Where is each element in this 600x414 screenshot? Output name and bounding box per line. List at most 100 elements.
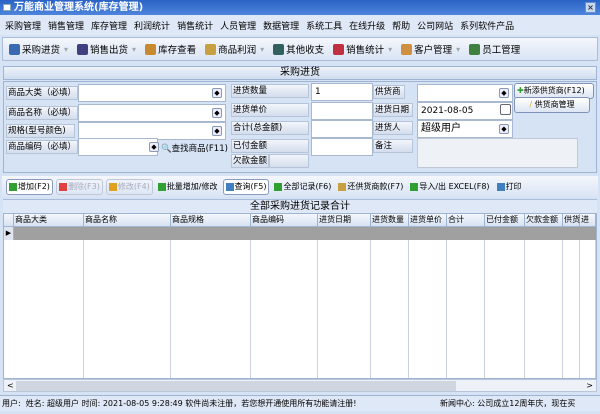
toolbar-button[interactable]: 客户管理 ▾	[401, 42, 460, 56]
price-input[interactable]	[311, 102, 373, 120]
column-header[interactable]: 商品规格	[171, 214, 251, 227]
action-button[interactable]: 增加(F2)	[6, 178, 53, 195]
status-bar: 用户: 姓名: 超级用户 时间: 2021-08-05 9:28:49 软件尚未…	[0, 395, 600, 411]
action-label: 批量增加/修改	[166, 182, 218, 191]
menu-item[interactable]: 数据管理	[263, 19, 299, 32]
dropdown-icon[interactable]: ◆	[499, 88, 509, 98]
table-row-selected[interactable]	[14, 227, 596, 240]
dropdown-icon[interactable]: ◆	[499, 124, 509, 134]
action-label: 修改(F4)	[117, 182, 150, 191]
toolbar-button[interactable]: 采购进货 ▾	[9, 42, 68, 56]
scroll-right-icon[interactable]: >	[586, 380, 593, 391]
action-icon	[225, 182, 234, 191]
column-divider	[563, 227, 580, 378]
toolbar-button[interactable]: 其他收支	[273, 42, 324, 56]
code-select[interactable]	[78, 138, 158, 156]
column-header[interactable]: 进货日期	[318, 214, 371, 227]
grid-corner	[4, 214, 14, 227]
horizontal-scrollbar[interactable]: < >	[3, 379, 597, 392]
name-select[interactable]	[78, 104, 226, 122]
toolbar-button[interactable]: 库存查看	[145, 42, 196, 56]
note-input[interactable]	[417, 138, 578, 168]
menu-item[interactable]: 在线升级	[349, 19, 385, 32]
column-header[interactable]: 商品名称	[84, 214, 171, 227]
add-supplier-label: 新添供货商(F12)	[523, 86, 585, 95]
column-header[interactable]: 欠款金额	[525, 214, 563, 227]
action-button[interactable]: 删除(F3)	[55, 178, 103, 195]
find-product-button[interactable]: 🔍查找商品(F11)	[161, 142, 228, 154]
date-checkbox[interactable]	[500, 104, 511, 115]
qty-input[interactable]: 1	[311, 83, 373, 101]
status-user: 用户:	[2, 399, 21, 408]
status-notice: 软件尚未注册，若您想开通使用所有功能请注册!	[185, 399, 357, 408]
manage-supplier-button[interactable]: / 供货商管理	[514, 97, 590, 113]
pencil-icon: /	[529, 100, 533, 109]
scroll-left-icon[interactable]: <	[7, 380, 14, 391]
toolbar-button[interactable]: 销售出货 ▾	[77, 42, 136, 56]
dropdown-icon[interactable]: ◆	[149, 142, 159, 152]
paid-label: 已付金额	[231, 139, 309, 153]
toolbar-label: 其他收支	[286, 45, 325, 56]
menu-bar: 采购管理 销售管理 库存管理 利润统计 销售统计 人员管理 数据管理 系统工具 在线升级 帮助 公司…	[0, 15, 600, 35]
dropdown-icon[interactable]: ◆	[212, 126, 222, 136]
total-input[interactable]	[311, 120, 373, 138]
menu-item[interactable]: 利润统计	[134, 19, 170, 32]
column-divider	[14, 227, 84, 378]
menu-item[interactable]: 库存管理	[91, 19, 127, 32]
scroll-thumb[interactable]	[16, 381, 456, 391]
status-news[interactable]: 新闻中心: 公司成立12周年庆，现在买	[440, 396, 575, 411]
column-header[interactable]: 供货	[563, 214, 580, 227]
toolbar-label: 库存查看	[158, 45, 197, 56]
action-button[interactable]: 查询(F5)	[222, 178, 270, 195]
category-select[interactable]	[78, 84, 226, 102]
column-header[interactable]: 进	[580, 214, 596, 227]
action-label: 增加(F2)	[18, 182, 50, 191]
dropdown-arrow-icon[interactable]: ▾	[260, 45, 264, 54]
menu-item[interactable]: 帮助	[392, 19, 410, 32]
records-grid[interactable]: ▶ 商品大类 商品名称 商品规格 商品编码 进货日期 进货数量 进货单价 合计 已付金额 欠款金额…	[3, 213, 597, 379]
menu-item[interactable]: 人员管理	[220, 19, 256, 32]
action-button[interactable]: 还供货商款(F7)	[336, 179, 405, 195]
menu-item[interactable]: 系列软件产品	[460, 19, 514, 32]
dropdown-arrow-icon[interactable]: ▾	[64, 45, 68, 54]
action-button[interactable]: 打印	[495, 179, 524, 195]
column-header[interactable]: 商品大类	[14, 214, 84, 227]
toolbar-button[interactable]: 员工管理	[469, 42, 520, 56]
customer-icon	[401, 43, 413, 55]
dropdown-arrow-icon[interactable]: ▾	[456, 45, 460, 54]
paid-input[interactable]	[311, 138, 373, 156]
column-header[interactable]: 商品编码	[251, 214, 318, 227]
purchase-form: 商品大类（必填） ◆ 商品名称（必填） ◆ 规格(型号颜色) ◆ 商品编码（必填…	[3, 81, 597, 173]
owed-label: 欠款金额	[231, 154, 269, 168]
column-divider	[485, 227, 525, 378]
column-header[interactable]: 合计	[447, 214, 485, 227]
column-header[interactable]: 已付金额	[485, 214, 525, 227]
action-icon	[496, 182, 505, 191]
menu-item[interactable]: 公司网站	[417, 19, 453, 32]
dropdown-icon[interactable]: ◆	[212, 88, 222, 98]
menu-item[interactable]: 系统工具	[306, 19, 342, 32]
action-button[interactable]: 全部记录(F6)	[272, 179, 333, 195]
column-header[interactable]: 进货单价	[409, 214, 447, 227]
column-divider	[251, 227, 318, 378]
date-picker[interactable]: 2021-08-05	[417, 102, 513, 120]
date-label: 进货日期	[373, 103, 413, 117]
dropdown-arrow-icon[interactable]: ▾	[132, 45, 136, 54]
action-button[interactable]: 修改(F4)	[105, 178, 153, 195]
category-label: 商品大类（必填）	[6, 86, 78, 100]
dropdown-arrow-icon[interactable]: ▾	[388, 45, 392, 54]
menu-item[interactable]: 销售管理	[48, 19, 84, 32]
toolbar-button[interactable]: 销售统计 ▾	[333, 42, 392, 56]
menu-item[interactable]: 采购管理	[5, 19, 41, 32]
close-icon[interactable]: ×	[585, 2, 596, 13]
toolbar-button[interactable]: 商品利润 ▾	[205, 42, 264, 56]
title-bar: 万能商业管理系统(库存管理) ×	[0, 0, 600, 15]
column-header[interactable]: 进货数量	[371, 214, 409, 227]
column-divider	[580, 227, 596, 378]
dropdown-icon[interactable]: ◆	[212, 108, 222, 118]
action-button[interactable]: 导入/出 EXCEL(F8)	[408, 179, 491, 195]
chart-icon	[333, 43, 345, 55]
action-button[interactable]: 批量增加/修改	[156, 179, 220, 195]
code-label: 商品编码（必填）	[6, 140, 78, 154]
menu-item[interactable]: 销售统计	[177, 19, 213, 32]
